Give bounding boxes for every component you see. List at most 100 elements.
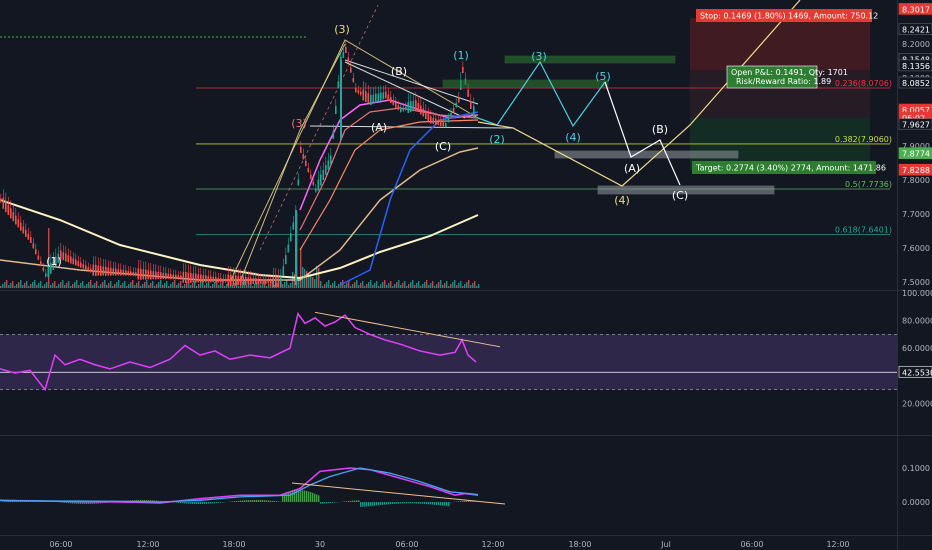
macd-histogram-bar (252, 499, 254, 502)
volume-bar (348, 281, 350, 288)
volume-bar (196, 286, 198, 288)
volume-bar (466, 282, 468, 288)
volume-bar (324, 284, 326, 288)
candle-body (252, 278, 255, 285)
volume-bar (304, 269, 306, 288)
volume-bar (286, 280, 288, 288)
volume-bar (238, 286, 240, 288)
macd-histogram-bar (424, 502, 426, 504)
candle-body (382, 92, 385, 100)
macd-histogram-bar (192, 502, 194, 504)
candle-body (355, 88, 357, 92)
volume-bar (116, 282, 118, 288)
volume-bar (384, 280, 386, 288)
macd-histogram-bar (270, 500, 272, 502)
macd-histogram-bar (382, 502, 384, 505)
rsi-pane[interactable]: 100.0000 80.0000 60.0000 20.0000 42.5530 (0, 289, 932, 408)
volume-bar (334, 281, 336, 288)
volume-bar (468, 280, 470, 288)
macd-histogram-bar (356, 500, 358, 502)
candle-body (317, 179, 320, 191)
volume-bar (442, 285, 444, 288)
candle-body (167, 273, 170, 279)
volume-bar (326, 282, 328, 288)
candle-body (120, 269, 122, 276)
macd-histogram-bar (472, 501, 474, 502)
trading-chart[interactable]: 0(8.3365)0.236(8.0706)0.382(7.9060)0.5(7… (0, 0, 932, 550)
candle-body (25, 229, 27, 237)
candle-body (327, 160, 330, 170)
macd-histogram-bar (306, 490, 308, 502)
volume-bar (160, 280, 162, 288)
macd-histogram-bar (320, 502, 322, 504)
volume-bar (14, 286, 16, 288)
macd-histogram-bar (448, 502, 450, 507)
candle-body (270, 280, 272, 284)
candle-body (395, 102, 397, 108)
macd-histogram-bar (348, 501, 350, 502)
candle-body (287, 244, 290, 253)
volume-bar (130, 282, 132, 288)
price-tag-label: 7.9627 (902, 121, 930, 130)
macd-histogram-bar (364, 502, 366, 507)
candle-body (170, 273, 172, 279)
volume-bar (314, 279, 316, 288)
volume-bar (436, 284, 438, 288)
volume-bar (42, 286, 44, 288)
volume-bar (142, 284, 144, 288)
candle-body (455, 103, 457, 107)
price-tick-label: 7.8000 (902, 176, 930, 185)
volume-bar (426, 280, 428, 288)
macd-histogram-bar (362, 502, 364, 507)
macd-histogram-bar (384, 502, 386, 505)
macd-histogram-bar (198, 502, 200, 505)
macd-histogram-bar (374, 502, 376, 506)
candle-body (72, 258, 75, 265)
volume-bar (140, 286, 142, 288)
candle-body (400, 108, 402, 112)
candle-body (75, 259, 77, 266)
volume-bar (182, 286, 184, 288)
rsi-tick-label: 100.0000 (902, 289, 932, 298)
candle-body (232, 275, 235, 286)
volume-bar (446, 281, 448, 288)
price-axis[interactable]: 8.20008.10007.90007.80007.70007.60007.50… (898, 3, 932, 287)
stop-zone[interactable] (690, 18, 870, 70)
price-tag-label: 7.8774 (902, 150, 930, 159)
volume-bar (36, 285, 38, 288)
macd-histogram-bar (442, 502, 444, 506)
volume-bar (478, 284, 480, 288)
candle-body (222, 278, 225, 282)
candle-body (372, 94, 375, 104)
volume-bar (320, 281, 322, 288)
candle-body (352, 78, 355, 82)
volume-bar (360, 283, 362, 288)
volume-bar (4, 282, 6, 288)
volume-bar (450, 284, 452, 288)
time-axis[interactable]: 06:00 12:00 18:00 30 06:00 12:00 18:00 Jul 06:00… (49, 540, 849, 549)
candle-body (347, 57, 350, 63)
candle-body (157, 272, 160, 280)
volume-bar (32, 282, 34, 288)
macd-pane[interactable]: 0.1000 0.0000 (0, 464, 930, 507)
volume-bar (260, 285, 262, 288)
volume-bar (338, 284, 340, 288)
macd-histogram-bar (210, 502, 212, 504)
time-tick-label: 18:00 (568, 540, 591, 549)
candle-body (462, 67, 464, 73)
candle-body (325, 165, 327, 175)
macd-histogram-bar (332, 502, 334, 503)
volume-bar (206, 283, 208, 288)
candle-body (425, 111, 427, 119)
volume-bar (284, 282, 286, 288)
volume-bar (352, 284, 354, 288)
macd-histogram-bar (322, 502, 324, 504)
volume-bar (30, 284, 32, 288)
candle-body (235, 275, 237, 286)
volume-bar (428, 285, 430, 288)
wave-label: (2) (489, 133, 505, 146)
volume-bar (178, 283, 180, 288)
candle-body (285, 255, 287, 265)
volume-bar (204, 285, 206, 288)
rsi-tick-label: 60.0000 (902, 344, 932, 353)
